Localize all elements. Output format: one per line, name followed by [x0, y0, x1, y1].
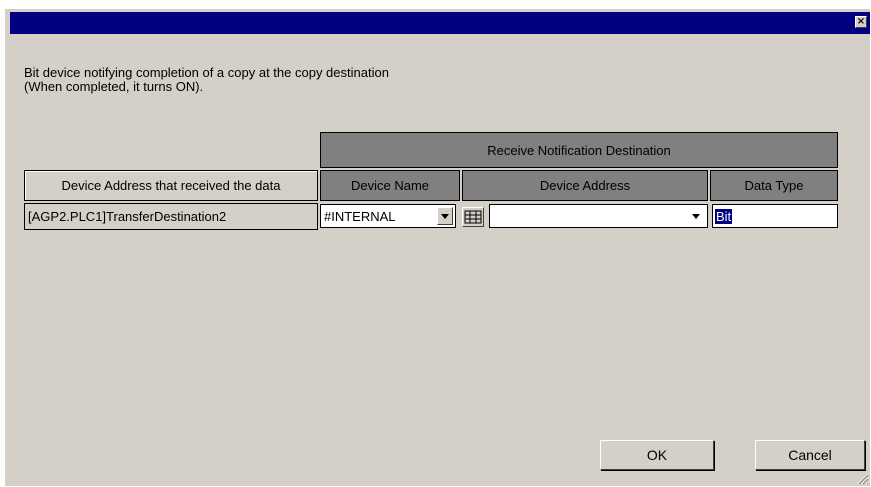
data-type-value: Bit [715, 208, 733, 224]
device-name-dropdown-button[interactable] [437, 207, 453, 225]
cancel-button[interactable]: Cancel [755, 440, 865, 470]
col-header-device-name: Device Name [320, 170, 460, 201]
chevron-down-icon [692, 213, 700, 219]
chevron-down-icon [441, 213, 449, 219]
device-name-select[interactable]: #INTERNAL [320, 204, 456, 228]
ok-button[interactable]: OK [600, 440, 714, 470]
group-header-receive-notification: Receive Notification Destination [320, 132, 838, 168]
col-header-data-type: Data Type [710, 170, 838, 201]
received-address-cell: [AGP2.PLC1]TransferDestination2 [24, 203, 318, 230]
address-input-button[interactable] [462, 207, 484, 227]
received-address-value: [AGP2.PLC1]TransferDestination2 [28, 209, 227, 224]
description-text: Bit device notifying completion of a cop… [24, 65, 389, 94]
title-bar[interactable]: × [10, 12, 870, 34]
device-address-dropdown-button[interactable] [688, 207, 704, 225]
col-header-device-address: Device Address [462, 170, 708, 201]
device-name-value: #INTERNAL [324, 208, 396, 224]
close-icon[interactable]: × [855, 16, 867, 28]
data-type-field[interactable]: Bit [712, 204, 838, 228]
col-header-received-address: Device Address that received the data [24, 170, 318, 201]
keypad-icon [464, 210, 482, 224]
resize-grip-icon[interactable] [857, 473, 869, 485]
device-address-input[interactable] [489, 204, 708, 228]
